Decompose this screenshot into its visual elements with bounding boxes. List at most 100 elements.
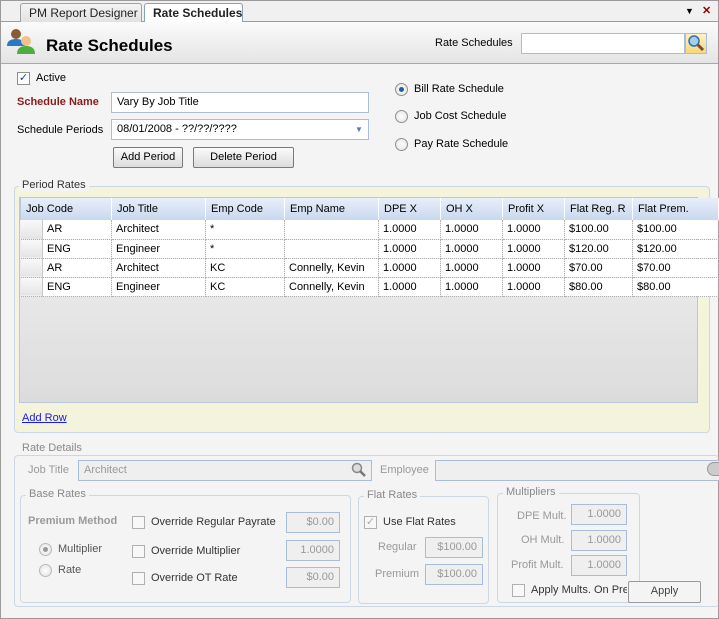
override-regular-payrate-checkbox[interactable] bbox=[132, 516, 145, 529]
cell-flat-reg-rate[interactable]: $70.00 bbox=[564, 258, 633, 278]
apply-mults-on-premium-checkbox[interactable] bbox=[512, 584, 525, 597]
premium-method-label: Premium Method bbox=[28, 515, 118, 527]
cell-job-code[interactable]: ENG bbox=[42, 277, 112, 297]
profit-mult-label: Profit Mult. bbox=[511, 559, 564, 571]
tab-pm-report-designer[interactable]: PM Report Designer bbox=[20, 3, 142, 22]
add-period-button[interactable]: Add Period bbox=[113, 147, 183, 168]
use-flat-rates-checkbox[interactable]: ✓ bbox=[364, 516, 377, 529]
cell-profit-x[interactable]: 1.0000 bbox=[502, 239, 565, 259]
cell-emp-code[interactable]: * bbox=[205, 239, 285, 259]
cell-flat-prem[interactable]: $120.00 bbox=[632, 239, 719, 259]
cell-emp-name[interactable] bbox=[284, 239, 379, 259]
rate-radio[interactable] bbox=[39, 564, 52, 577]
regular-label: Regular bbox=[378, 541, 417, 553]
cell-job-title[interactable]: Engineer bbox=[111, 239, 206, 259]
cell-flat-prem[interactable]: $80.00 bbox=[632, 277, 719, 297]
column-header-profit-x[interactable]: Profit X bbox=[502, 198, 565, 220]
cell-job-title[interactable]: Architect bbox=[111, 220, 206, 240]
bill-rate-schedule-radio[interactable] bbox=[395, 83, 408, 96]
override-multiplier-input[interactable]: 1.0000 bbox=[286, 540, 340, 561]
column-header-emp-name[interactable]: Emp Name bbox=[284, 198, 379, 220]
employee-search-icon[interactable] bbox=[707, 462, 719, 476]
multipliers-title: Multipliers bbox=[503, 486, 559, 498]
search-icon bbox=[688, 35, 705, 52]
add-row-link[interactable]: Add Row bbox=[22, 412, 67, 424]
cell-emp-code[interactable]: KC bbox=[205, 277, 285, 297]
row-selector[interactable] bbox=[20, 258, 43, 278]
cell-profit-x[interactable]: 1.0000 bbox=[502, 220, 565, 240]
cell-flat-prem[interactable]: $100.00 bbox=[632, 220, 719, 240]
cell-job-title[interactable]: Engineer bbox=[111, 277, 206, 297]
cell-emp-name[interactable] bbox=[284, 220, 379, 240]
table-row[interactable]: AR Architect * 1.0000 1.0000 1.0000 $100… bbox=[20, 220, 719, 240]
cell-job-code[interactable]: AR bbox=[42, 220, 112, 240]
column-header-emp-code[interactable]: Emp Code bbox=[205, 198, 285, 220]
cell-job-title[interactable]: Architect bbox=[111, 258, 206, 278]
apply-button[interactable]: Apply bbox=[628, 581, 701, 603]
column-header-dpe-x[interactable]: DPE X bbox=[378, 198, 441, 220]
cell-flat-reg-rate[interactable]: $80.00 bbox=[564, 277, 633, 297]
schedule-name-input[interactable]: Vary By Job Title bbox=[111, 92, 369, 113]
period-rates-title: Period Rates bbox=[19, 179, 89, 191]
cell-emp-name[interactable]: Connelly, Kevin bbox=[284, 258, 379, 278]
cell-emp-code[interactable]: * bbox=[205, 220, 285, 240]
override-regular-payrate-input[interactable]: $0.00 bbox=[286, 512, 340, 533]
cell-flat-reg-rate[interactable]: $120.00 bbox=[564, 239, 633, 259]
schedule-periods-select[interactable]: 08/01/2008 - ??/??/???? bbox=[111, 119, 369, 140]
cell-profit-x[interactable]: 1.0000 bbox=[502, 258, 565, 278]
column-header-job-title[interactable]: Job Title bbox=[111, 198, 206, 220]
profit-mult-input[interactable]: 1.0000 bbox=[571, 555, 627, 576]
row-selector[interactable] bbox=[20, 277, 43, 297]
cell-oh-x[interactable]: 1.0000 bbox=[440, 239, 503, 259]
chevron-down-icon[interactable]: ▼ bbox=[355, 125, 363, 134]
cell-dpe-x[interactable]: 1.0000 bbox=[378, 258, 441, 278]
pay-rate-schedule-radio[interactable] bbox=[395, 138, 408, 151]
tab-list-dropdown-icon[interactable]: ▼ bbox=[685, 6, 694, 16]
flat-premium-input[interactable]: $100.00 bbox=[425, 564, 483, 585]
close-tab-icon[interactable]: ✕ bbox=[702, 4, 711, 17]
column-header-oh-x[interactable]: OH X bbox=[440, 198, 503, 220]
tab-rate-schedules[interactable]: Rate Schedules bbox=[144, 3, 243, 23]
cell-job-code[interactable]: AR bbox=[42, 258, 112, 278]
rate-schedules-search-input[interactable] bbox=[521, 33, 685, 54]
cell-profit-x[interactable]: 1.0000 bbox=[502, 277, 565, 297]
cell-dpe-x[interactable]: 1.0000 bbox=[378, 277, 441, 297]
cell-emp-name[interactable]: Connelly, Kevin bbox=[284, 277, 379, 297]
row-selector[interactable] bbox=[20, 239, 43, 259]
dpe-mult-input[interactable]: 1.0000 bbox=[571, 504, 627, 525]
multiplier-radio[interactable] bbox=[39, 543, 52, 556]
cell-oh-x[interactable]: 1.0000 bbox=[440, 220, 503, 240]
cell-job-code[interactable]: ENG bbox=[42, 239, 112, 259]
column-header-flat-prem[interactable]: Flat Prem. bbox=[632, 198, 719, 220]
job-cost-schedule-radio[interactable] bbox=[395, 110, 408, 123]
cell-dpe-x[interactable]: 1.0000 bbox=[378, 239, 441, 259]
table-row[interactable]: AR Architect KC Connelly, Kevin 1.0000 1… bbox=[20, 258, 719, 278]
cell-flat-reg-rate[interactable]: $100.00 bbox=[564, 220, 633, 240]
job-title-input[interactable]: Architect bbox=[78, 460, 372, 481]
column-header-flat-reg-rate[interactable]: Flat Reg. R bbox=[564, 198, 633, 220]
cell-dpe-x[interactable]: 1.0000 bbox=[378, 220, 441, 240]
cell-oh-x[interactable]: 1.0000 bbox=[440, 258, 503, 278]
override-multiplier-checkbox[interactable] bbox=[132, 545, 145, 558]
job-title-search-icon[interactable] bbox=[350, 461, 368, 482]
override-multiplier-label: Override Multiplier bbox=[151, 545, 241, 557]
row-selector[interactable] bbox=[20, 220, 43, 240]
cell-oh-x[interactable]: 1.0000 bbox=[440, 277, 503, 297]
override-ot-rate-checkbox[interactable] bbox=[132, 572, 145, 585]
table-row[interactable]: ENG Engineer KC Connelly, Kevin 1.0000 1… bbox=[20, 277, 719, 297]
oh-mult-input[interactable]: 1.0000 bbox=[571, 530, 627, 551]
search-button[interactable] bbox=[685, 33, 707, 54]
column-header-job-code[interactable]: Job Code bbox=[20, 198, 112, 220]
active-checkbox[interactable]: ✓ bbox=[17, 72, 30, 85]
cell-flat-prem[interactable]: $70.00 bbox=[632, 258, 719, 278]
override-ot-rate-input[interactable]: $0.00 bbox=[286, 567, 340, 588]
cell-emp-code[interactable]: KC bbox=[205, 258, 285, 278]
users-icon bbox=[4, 26, 38, 58]
employee-input[interactable] bbox=[435, 460, 719, 481]
delete-period-button[interactable]: Delete Period bbox=[193, 147, 294, 168]
employee-label: Employee bbox=[380, 464, 429, 476]
flat-regular-input[interactable]: $100.00 bbox=[425, 537, 483, 558]
job-title-label: Job Title bbox=[28, 464, 69, 476]
table-row[interactable]: ENG Engineer * 1.0000 1.0000 1.0000 $120… bbox=[20, 239, 719, 259]
rate-label: Rate bbox=[58, 564, 82, 576]
